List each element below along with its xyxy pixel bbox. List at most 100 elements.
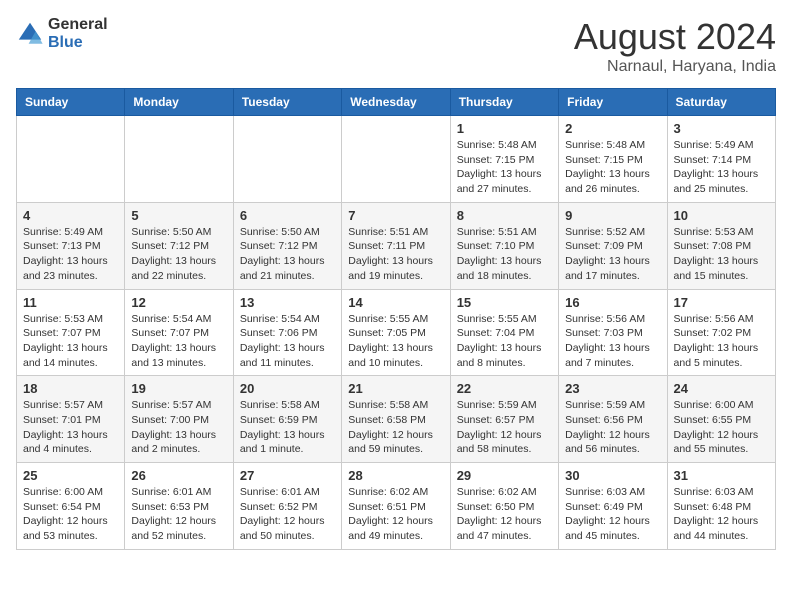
day-info: Sunrise: 5:54 AM Sunset: 7:06 PM Dayligh…: [240, 312, 335, 371]
day-number: 29: [457, 468, 552, 483]
day-number: 11: [23, 295, 118, 310]
day-number: 2: [565, 121, 660, 136]
calendar-cell: 11 Sunrise: 5:53 AM Sunset: 7:07 PM Dayli…: [17, 289, 125, 376]
logo-blue-label: Blue: [48, 34, 108, 52]
calendar-cell: 12 Sunrise: 5:54 AM Sunset: 7:07 PM Dayli…: [125, 289, 233, 376]
calendar-cell: 9 Sunrise: 5:52 AM Sunset: 7:09 PM Daylig…: [559, 202, 667, 289]
logo-icon: [16, 20, 44, 48]
calendar-cell: 3Sunrise: 5:49 AM Sunset: 7:14 PM Daylig…: [667, 116, 775, 203]
day-info: Sunrise: 6:03 AM Sunset: 6:48 PM Dayligh…: [674, 485, 769, 544]
calendar-cell: [125, 116, 233, 203]
day-info: Sunrise: 6:01 AM Sunset: 6:52 PM Dayligh…: [240, 485, 335, 544]
day-info: Sunrise: 5:57 AM Sunset: 7:00 PM Dayligh…: [131, 398, 226, 457]
page-header: General Blue August 2024 Narnaul, Haryan…: [16, 16, 776, 76]
weekday-header-sunday: Sunday: [17, 89, 125, 116]
day-number: 24: [674, 381, 769, 396]
day-info: Sunrise: 5:54 AM Sunset: 7:07 PM Dayligh…: [131, 312, 226, 371]
day-number: 5: [131, 208, 226, 223]
day-info: Sunrise: 6:02 AM Sunset: 6:50 PM Dayligh…: [457, 485, 552, 544]
day-info: Sunrise: 6:01 AM Sunset: 6:53 PM Dayligh…: [131, 485, 226, 544]
day-number: 8: [457, 208, 552, 223]
calendar-cell: 5 Sunrise: 5:50 AM Sunset: 7:12 PM Daylig…: [125, 202, 233, 289]
day-info: Sunrise: 5:52 AM Sunset: 7:09 PM Dayligh…: [565, 225, 660, 284]
calendar-cell: 27 Sunrise: 6:01 AM Sunset: 6:52 PM Dayli…: [233, 463, 341, 550]
calendar-cell: 26 Sunrise: 6:01 AM Sunset: 6:53 PM Dayli…: [125, 463, 233, 550]
calendar-cell: 28Sunrise: 6:02 AM Sunset: 6:51 PM Dayli…: [342, 463, 450, 550]
day-info: Sunrise: 5:55 AM Sunset: 7:05 PM Dayligh…: [348, 312, 443, 371]
calendar-cell: 10Sunrise: 5:53 AM Sunset: 7:08 PM Dayli…: [667, 202, 775, 289]
day-number: 30: [565, 468, 660, 483]
day-info: Sunrise: 5:59 AM Sunset: 6:57 PM Dayligh…: [457, 398, 552, 457]
calendar-cell: 6 Sunrise: 5:50 AM Sunset: 7:12 PM Daylig…: [233, 202, 341, 289]
day-number: 1: [457, 121, 552, 136]
weekday-header-monday: Monday: [125, 89, 233, 116]
day-info: Sunrise: 5:57 AM Sunset: 7:01 PM Dayligh…: [23, 398, 118, 457]
calendar-cell: 13 Sunrise: 5:54 AM Sunset: 7:06 PM Dayli…: [233, 289, 341, 376]
calendar-week-3: 11 Sunrise: 5:53 AM Sunset: 7:07 PM Dayli…: [17, 289, 776, 376]
calendar-cell: 21 Sunrise: 5:58 AM Sunset: 6:58 PM Dayli…: [342, 376, 450, 463]
calendar-cell: 25 Sunrise: 6:00 AM Sunset: 6:54 PM Dayli…: [17, 463, 125, 550]
day-info: Sunrise: 5:55 AM Sunset: 7:04 PM Dayligh…: [457, 312, 552, 371]
calendar-cell: 23 Sunrise: 5:59 AM Sunset: 6:56 PM Dayli…: [559, 376, 667, 463]
day-info: Sunrise: 6:03 AM Sunset: 6:49 PM Dayligh…: [565, 485, 660, 544]
day-number: 26: [131, 468, 226, 483]
day-info: Sunrise: 5:51 AM Sunset: 7:10 PM Dayligh…: [457, 225, 552, 284]
day-number: 13: [240, 295, 335, 310]
day-info: Sunrise: 5:48 AM Sunset: 7:15 PM Dayligh…: [565, 138, 660, 197]
day-info: Sunrise: 5:50 AM Sunset: 7:12 PM Dayligh…: [131, 225, 226, 284]
day-number: 4: [23, 208, 118, 223]
day-info: Sunrise: 5:53 AM Sunset: 7:07 PM Dayligh…: [23, 312, 118, 371]
location-label: Narnaul, Haryana, India: [574, 58, 776, 76]
calendar-week-1: 1 Sunrise: 5:48 AM Sunset: 7:15 PM Daylig…: [17, 116, 776, 203]
day-info: Sunrise: 6:02 AM Sunset: 6:51 PM Dayligh…: [348, 485, 443, 544]
weekday-header-tuesday: Tuesday: [233, 89, 341, 116]
calendar-cell: 31 Sunrise: 6:03 AM Sunset: 6:48 PM Dayli…: [667, 463, 775, 550]
calendar-cell: 1 Sunrise: 5:48 AM Sunset: 7:15 PM Daylig…: [450, 116, 558, 203]
title-section: August 2024 Narnaul, Haryana, India: [574, 16, 776, 76]
day-number: 7: [348, 208, 443, 223]
month-title: August 2024: [574, 16, 776, 58]
day-info: Sunrise: 5:56 AM Sunset: 7:02 PM Dayligh…: [674, 312, 769, 371]
day-info: Sunrise: 5:58 AM Sunset: 6:59 PM Dayligh…: [240, 398, 335, 457]
logo-text: General Blue: [48, 16, 108, 51]
day-number: 14: [348, 295, 443, 310]
day-number: 23: [565, 381, 660, 396]
day-number: 19: [131, 381, 226, 396]
day-number: 20: [240, 381, 335, 396]
weekday-header-thursday: Thursday: [450, 89, 558, 116]
day-number: 21: [348, 381, 443, 396]
logo: General Blue: [16, 16, 108, 51]
day-number: 18: [23, 381, 118, 396]
day-info: Sunrise: 5:59 AM Sunset: 6:56 PM Dayligh…: [565, 398, 660, 457]
day-info: Sunrise: 6:00 AM Sunset: 6:54 PM Dayligh…: [23, 485, 118, 544]
day-number: 31: [674, 468, 769, 483]
day-number: 27: [240, 468, 335, 483]
day-number: 9: [565, 208, 660, 223]
day-info: Sunrise: 5:58 AM Sunset: 6:58 PM Dayligh…: [348, 398, 443, 457]
calendar-cell: [233, 116, 341, 203]
day-info: Sunrise: 5:51 AM Sunset: 7:11 PM Dayligh…: [348, 225, 443, 284]
day-number: 12: [131, 295, 226, 310]
calendar-cell: 14 Sunrise: 5:55 AM Sunset: 7:05 PM Dayli…: [342, 289, 450, 376]
day-info: Sunrise: 5:48 AM Sunset: 7:15 PM Dayligh…: [457, 138, 552, 197]
day-info: Sunrise: 5:49 AM Sunset: 7:13 PM Dayligh…: [23, 225, 118, 284]
calendar-cell: 8 Sunrise: 5:51 AM Sunset: 7:10 PM Daylig…: [450, 202, 558, 289]
calendar-week-5: 25 Sunrise: 6:00 AM Sunset: 6:54 PM Dayli…: [17, 463, 776, 550]
day-number: 25: [23, 468, 118, 483]
calendar-cell: 4 Sunrise: 5:49 AM Sunset: 7:13 PM Daylig…: [17, 202, 125, 289]
day-number: 15: [457, 295, 552, 310]
calendar-cell: 17Sunrise: 5:56 AM Sunset: 7:02 PM Dayli…: [667, 289, 775, 376]
day-number: 10: [674, 208, 769, 223]
calendar-cell: [17, 116, 125, 203]
weekday-header-saturday: Saturday: [667, 89, 775, 116]
calendar-cell: 7 Sunrise: 5:51 AM Sunset: 7:11 PM Daylig…: [342, 202, 450, 289]
day-number: 16: [565, 295, 660, 310]
day-number: 6: [240, 208, 335, 223]
logo-general-label: General: [48, 16, 108, 34]
calendar-cell: 19 Sunrise: 5:57 AM Sunset: 7:00 PM Dayli…: [125, 376, 233, 463]
calendar-cell: 18 Sunrise: 5:57 AM Sunset: 7:01 PM Dayli…: [17, 376, 125, 463]
weekday-header-wednesday: Wednesday: [342, 89, 450, 116]
weekday-header-friday: Friday: [559, 89, 667, 116]
day-info: Sunrise: 5:50 AM Sunset: 7:12 PM Dayligh…: [240, 225, 335, 284]
calendar-cell: 22Sunrise: 5:59 AM Sunset: 6:57 PM Dayli…: [450, 376, 558, 463]
